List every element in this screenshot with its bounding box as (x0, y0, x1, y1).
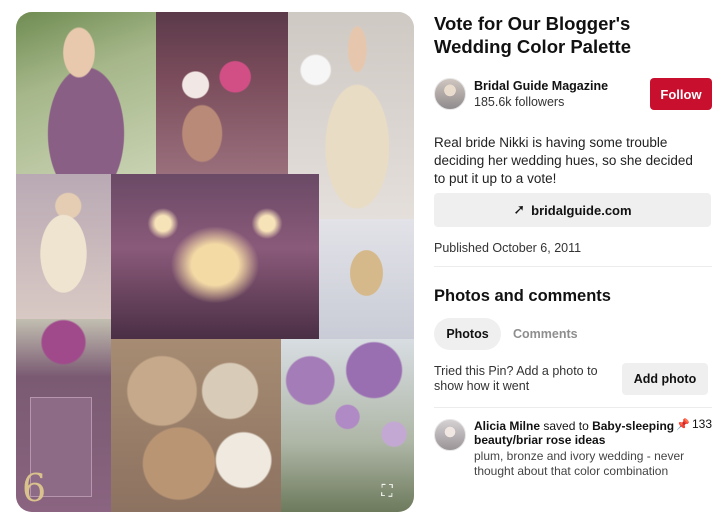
burlap-lace-roses-photo (111, 339, 281, 512)
tab-photos[interactable]: Photos (434, 318, 501, 350)
pin-count-value: 133 (691, 417, 712, 431)
divider (434, 407, 712, 408)
activity-saved-to: saved to (543, 419, 589, 433)
tab-comments[interactable]: Comments (513, 318, 578, 350)
invitation-number: 6 (22, 466, 47, 510)
creator-avatar[interactable] (434, 78, 466, 110)
activity-user-avatar[interactable] (434, 419, 466, 451)
expand-icon[interactable]: ⛶ (378, 482, 396, 500)
activity-item: Alicia Milne saved to Baby-sleeping beau… (434, 417, 714, 487)
add-photo-button[interactable]: Add photo (622, 363, 708, 395)
pin-title: Vote for Our Blogger's Wedding Color Pal… (434, 13, 632, 57)
tried-prompt: Tried this Pin? Add a photo to show how … (434, 364, 598, 393)
published-date: Published October 6, 2011 (434, 241, 582, 255)
reception-hall-photo (111, 174, 319, 339)
plum-invitation-photo: 6 (16, 319, 111, 512)
source-link-label: bridalguide.com (531, 202, 632, 218)
photos-comments-heading: Photos and comments (434, 287, 611, 305)
arrow-up-right-icon: ➚ (513, 202, 526, 218)
pushpin-icon: 📌 (676, 418, 690, 431)
pin-description: Real bride Nikki is having some trouble … (434, 135, 693, 186)
activity-user-name[interactable]: Alicia Milne (474, 419, 540, 433)
copper-vase-flowers-photo (156, 12, 288, 174)
bride-headband-photo (16, 12, 156, 174)
creator-name[interactable]: Bridal Guide Magazine (474, 79, 608, 93)
pin-image-collage[interactable]: 6 ⛶ (16, 12, 414, 512)
gold-cravat-photo (319, 219, 414, 339)
follow-button[interactable]: Follow (650, 78, 712, 110)
lace-wedding-cake-photo (16, 174, 111, 319)
divider (434, 266, 712, 267)
source-link-button[interactable]: ➚ bridalguide.com (434, 193, 711, 227)
creator-row: Bridal Guide Magazine 185.6k followers F… (434, 78, 714, 114)
pin-count: 📌 133 (676, 417, 712, 431)
activity-comment: plum, bronze and ivory wedding - never t… (474, 449, 685, 478)
creator-followers: 185.6k followers (474, 95, 565, 109)
pin-detail-panel: Vote for Our Blogger's Wedding Color Pal… (434, 12, 714, 522)
